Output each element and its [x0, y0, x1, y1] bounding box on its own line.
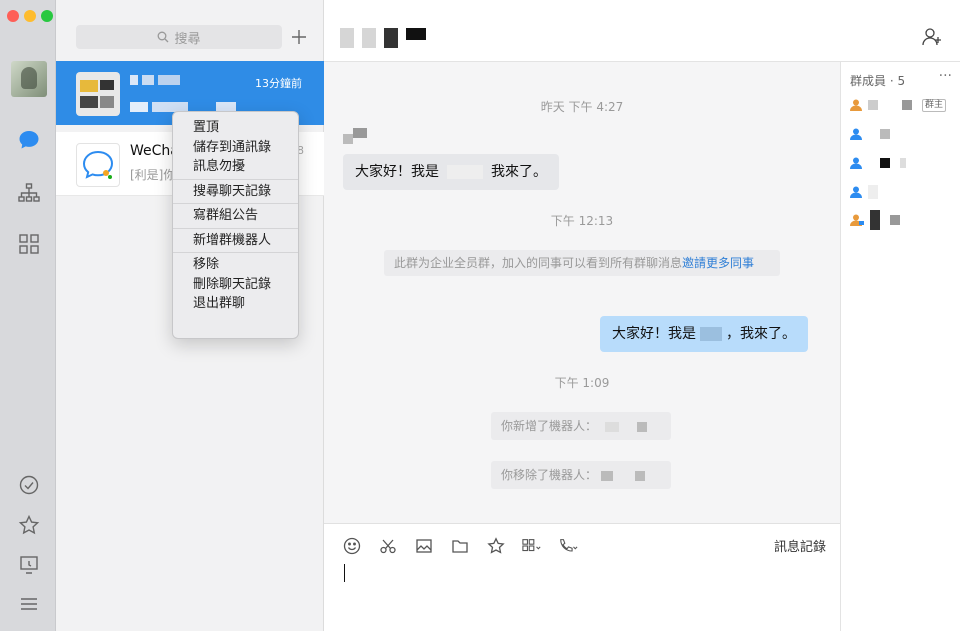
members-title: 群成員 · 5 [850, 74, 906, 88]
member-item[interactable] [850, 126, 894, 142]
invite-more-link[interactable]: 邀請更多同事 [682, 256, 754, 270]
text-input-caret[interactable] [344, 564, 345, 582]
conversation-time: 13分鐘前 [255, 77, 302, 90]
person-icon [850, 186, 862, 198]
menu-delete-history[interactable]: 刪除聊天記錄 [173, 275, 298, 295]
more-options-icon[interactable]: ··· [939, 68, 952, 84]
menu-mute[interactable]: 訊息勿擾 [173, 157, 298, 177]
member-item[interactable] [850, 155, 910, 171]
menu-group-top: 置頂 儲存到通訊錄 訊息勿擾 [173, 116, 298, 180]
search-input[interactable]: 搜尋 [76, 25, 282, 49]
message-text: 我來了。 [491, 164, 547, 180]
folder-icon[interactable] [450, 536, 470, 556]
menu-leave-group[interactable]: 退出群聊 [173, 294, 298, 314]
composer-toolbar [342, 536, 578, 556]
timestamp: 下午 12:13 [550, 214, 614, 228]
message-text: 大家好！我是 [355, 164, 439, 180]
menu-write-announcement[interactable]: 寫群組公告 [173, 206, 298, 226]
menu-group-announcement: 寫群組公告 [173, 204, 298, 229]
message-composer: 訊息記錄 [324, 523, 840, 631]
sender-name-redacted [343, 128, 371, 148]
menu-save-contacts[interactable]: 儲存到通訊錄 [173, 138, 298, 158]
apps-grid-icon[interactable] [16, 231, 42, 257]
system-message-bot-added: 你新增了機器人： [491, 412, 671, 440]
favorites-star-icon[interactable] [16, 512, 42, 538]
conversation-preview: [利是]你 [130, 168, 176, 182]
members-panel: 群成員 · 5 ··· 群主 [840, 62, 960, 631]
group-notice: 此群为企业全员群，加入的同事可以看到所有群聊消息邀請更多同事 [384, 250, 780, 276]
chat-panel: 昨天 下午 4:27 大家好！我是 我來了。 下午 12:13 此群为企业全员群，… [324, 0, 960, 631]
menu-search-history[interactable]: 搜尋聊天記錄 [173, 182, 298, 202]
app-sidebar [0, 0, 56, 631]
person-icon [850, 128, 862, 140]
person-icon [850, 99, 862, 111]
star-icon[interactable] [486, 536, 506, 556]
message-text: ，我來了。 [726, 326, 796, 342]
member-item[interactable] [850, 210, 904, 230]
menu-add-bot[interactable]: 新增群機器人 [173, 231, 298, 251]
menu-group-search: 搜尋聊天記錄 [173, 180, 298, 204]
message-list: 昨天 下午 4:27 大家好！我是 我來了。 下午 12:13 此群为企业全员群，… [324, 62, 840, 523]
avatar[interactable] [11, 61, 47, 97]
conversation-name-redacted [130, 72, 184, 88]
image-icon[interactable] [414, 536, 434, 556]
chat-header [324, 0, 960, 62]
wechat-avatar [76, 143, 120, 187]
phone-dropdown-icon[interactable] [558, 536, 578, 556]
org-chart-icon[interactable] [16, 180, 42, 206]
menu-group-remove: 移除 刪除聊天記錄 退出群聊 [173, 253, 298, 316]
zoom-window-button[interactable] [41, 10, 53, 22]
close-window-button[interactable] [7, 10, 19, 22]
emoji-icon[interactable] [342, 536, 362, 556]
message-bubble-outgoing[interactable]: 大家好！我是 ，我來了。 [600, 316, 808, 352]
message-history-button[interactable]: 訊息記錄 [774, 536, 826, 555]
context-menu: 置頂 儲存到通訊錄 訊息勿擾 搜尋聊天記錄 寫群組公告 新增群機器人 移除 刪除… [172, 111, 299, 339]
owner-badge: 群主 [922, 98, 947, 112]
screen-share-icon[interactable] [16, 552, 42, 578]
system-message-bot-removed: 你移除了機器人： [491, 461, 671, 489]
menu-pin[interactable]: 置頂 [173, 118, 298, 138]
person-icon [850, 157, 862, 169]
member-item[interactable]: 群主 [850, 97, 947, 113]
scissors-icon[interactable] [378, 536, 398, 556]
plus-icon [292, 30, 306, 44]
system-text: 你新增了機器人： [501, 419, 598, 433]
system-text: 你移除了機器人： [501, 468, 598, 482]
bot-person-icon [850, 214, 864, 226]
menu-remove[interactable]: 移除 [173, 255, 298, 275]
add-user-icon [922, 28, 941, 46]
message-text: 大家好！我是 [612, 326, 696, 342]
add-button[interactable] [289, 25, 309, 49]
minimize-window-button[interactable] [24, 10, 36, 22]
window-controls [7, 10, 53, 22]
search-icon [158, 31, 169, 43]
group-avatar [76, 72, 120, 116]
apps-dropdown-icon[interactable] [522, 536, 542, 556]
chat-icon[interactable] [16, 127, 42, 153]
notice-text: 此群为企业全员群，加入的同事可以看到所有群聊消息 [394, 256, 683, 270]
search-placeholder: 搜尋 [174, 31, 201, 47]
message-bubble-incoming[interactable]: 大家好！我是 我來了。 [343, 154, 559, 190]
timestamp: 昨天 下午 4:27 [540, 100, 624, 114]
chat-title-redacted [340, 28, 426, 48]
member-item[interactable] [850, 184, 882, 200]
timestamp: 下午 1:09 [554, 376, 610, 390]
menu-group-bot: 新增群機器人 [173, 229, 298, 253]
todo-check-icon[interactable] [16, 472, 42, 498]
menu-icon[interactable] [16, 591, 42, 617]
